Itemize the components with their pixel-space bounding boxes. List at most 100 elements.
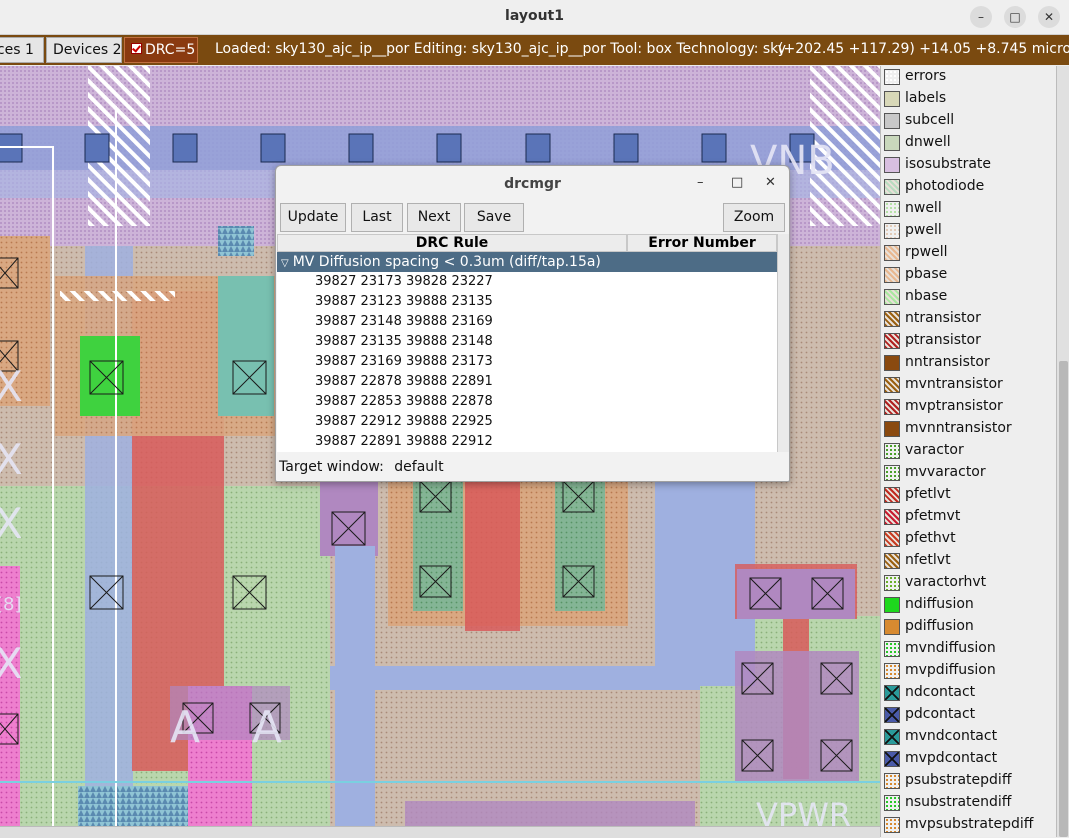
layer-item-nntransistor[interactable]: nntransistor	[881, 352, 1057, 374]
drcmgr-close-button[interactable]: ✕	[765, 175, 776, 190]
layer-item-mvptransistor[interactable]: mvptransistor	[881, 396, 1057, 418]
layer-item-nbase[interactable]: nbase	[881, 286, 1057, 308]
update-button[interactable]: Update	[280, 203, 346, 232]
layer-item-varactor[interactable]: varactor	[881, 440, 1057, 462]
error-row[interactable]: 39887 22853 39888 22878	[315, 394, 493, 409]
layer-item-pfethvt[interactable]: pfethvt	[881, 528, 1057, 550]
next-button[interactable]: Next	[407, 203, 461, 232]
layer-name: subcell	[905, 112, 955, 128]
last-button[interactable]: Last	[351, 203, 403, 232]
layer-name: errors	[905, 68, 947, 84]
layer-name: nwell	[905, 200, 942, 216]
horizontal-scrollbar[interactable]	[0, 826, 880, 838]
error-row[interactable]: 39887 22912 39888 22925	[315, 414, 493, 429]
subcell-swatch-icon	[884, 113, 900, 129]
devices-1-label: ices 1	[0, 42, 34, 58]
nfetlvt-swatch-icon	[884, 553, 900, 569]
layer-item-nfetlvt[interactable]: nfetlvt	[881, 550, 1057, 572]
error-row[interactable]: 39887 22891 39888 22912	[315, 434, 493, 449]
zoom-button[interactable]: Zoom	[723, 203, 785, 232]
layer-item-ptransistor[interactable]: ptransistor	[881, 330, 1057, 352]
target-window-label: Target window:	[279, 459, 384, 475]
mvpsubstratepdiff-swatch-icon	[884, 817, 900, 833]
target-window-value[interactable]: default	[394, 459, 443, 475]
save-button[interactable]: Save	[464, 203, 524, 232]
layer-item-mvpdiffusion[interactable]: mvpdiffusion	[881, 660, 1057, 682]
layer-item-mvpdcontact[interactable]: mvpdcontact	[881, 748, 1057, 770]
layer-name: ptransistor	[905, 332, 981, 348]
drc-tree[interactable]: DRC Rule Error Number ▽ MV Diffusion spac…	[277, 234, 777, 452]
devices-2-button[interactable]: Devices 2	[46, 37, 122, 63]
layer-item-pwell[interactable]: pwell	[881, 220, 1057, 242]
close-button[interactable]: ✕	[1038, 6, 1060, 28]
layer-item-subcell[interactable]: subcell	[881, 110, 1057, 132]
layer-item-rpwell[interactable]: rpwell	[881, 242, 1057, 264]
layer-item-ntransistor[interactable]: ntransistor	[881, 308, 1057, 330]
layer-item-errors[interactable]: errors	[881, 66, 1057, 88]
ndiffusion-swatch-icon	[884, 597, 900, 613]
label-vpwr: VPWR	[756, 796, 851, 826]
li-bottom	[405, 801, 695, 826]
layer-item-mvndiffusion[interactable]: mvndiffusion	[881, 638, 1057, 660]
pdcontact-swatch-icon	[884, 707, 900, 723]
layer-item-psubstratepdiff[interactable]: psubstratepdiff	[881, 770, 1057, 792]
layer-item-mvndcontact[interactable]: mvndcontact	[881, 726, 1057, 748]
label-x-3: X	[0, 499, 23, 548]
cell-boundary-2	[0, 146, 52, 148]
label-x-4: X	[0, 639, 23, 688]
layer-item-nwell[interactable]: nwell	[881, 198, 1057, 220]
drcmgr-minimize-button[interactable]: –	[697, 175, 704, 190]
error-row[interactable]: 39827 23173 39828 23227	[315, 274, 493, 289]
ndiff	[80, 336, 140, 416]
layer-item-mvpsubstratepdiff[interactable]: mvpsubstratepdiff	[881, 814, 1057, 836]
window-titlebar: layout1 – □ ✕	[0, 0, 1069, 35]
tree-scrollbar[interactable]	[777, 234, 789, 452]
mvnntransistor-swatch-icon	[884, 421, 900, 437]
error-row[interactable]: 39887 23148 39888 23169	[315, 314, 493, 329]
local-interconnect	[320, 476, 378, 556]
layer-item-dnwell[interactable]: dnwell	[881, 132, 1057, 154]
vertical-scrollbar[interactable]	[1056, 66, 1069, 837]
layer-item-photodiode[interactable]: photodiode	[881, 176, 1057, 198]
layer-list: errors labels subcell dnwell isosubstrate pho…	[881, 66, 1057, 836]
maximize-button[interactable]: □	[1004, 6, 1026, 28]
layer-item-pdcontact[interactable]: pdcontact	[881, 704, 1057, 726]
layer-item-pdiffusion[interactable]: pdiffusion	[881, 616, 1057, 638]
drc-rule-row[interactable]: ▽ MV Diffusion spacing < 0.3um (diff/tap.…	[277, 252, 777, 272]
error-row[interactable]: 39887 22878 39888 22891	[315, 374, 493, 389]
layer-item-isosubstrate[interactable]: isosubstrate	[881, 154, 1057, 176]
error-row[interactable]: 39887 23135 39888 23148	[315, 334, 493, 349]
layer-item-ndiffusion[interactable]: ndiffusion	[881, 594, 1057, 616]
drc-checkbox-icon[interactable]	[131, 43, 142, 54]
isosubstrate-swatch-icon	[884, 157, 900, 173]
drc-toggle[interactable]: DRC=5	[124, 37, 198, 63]
layer-name: pbase	[905, 266, 948, 282]
layer-item-pfetmvt[interactable]: pfetmvt	[881, 506, 1057, 528]
nwell-swatch-icon	[884, 201, 900, 217]
layer-item-pbase[interactable]: pbase	[881, 264, 1057, 286]
drcmgr-maximize-button[interactable]: □	[731, 175, 743, 190]
layer-name: psubstratepdiff	[905, 772, 1012, 788]
layer-item-labels[interactable]: labels	[881, 88, 1057, 110]
triangle-down-icon[interactable]: ▽	[281, 254, 289, 274]
minimize-button[interactable]: –	[970, 6, 992, 28]
column-drc-rule[interactable]: DRC Rule	[277, 234, 627, 252]
layer-item-mvntransistor[interactable]: mvntransistor	[881, 374, 1057, 396]
pfetlvt-swatch-icon	[884, 487, 900, 503]
error-row[interactable]: 39887 23123 39888 23135	[315, 294, 493, 309]
error-row[interactable]: 39887 23169 39888 23173	[315, 354, 493, 369]
layer-item-pfetlvt[interactable]: pfetlvt	[881, 484, 1057, 506]
layer-name: pfethvt	[905, 530, 956, 546]
scrollbar-thumb[interactable]	[1059, 361, 1068, 837]
column-error-number[interactable]: Error Number	[627, 234, 777, 252]
layer-item-nsubstratendiff[interactable]: nsubstratendiff	[881, 792, 1057, 814]
layer-item-ndcontact[interactable]: ndcontact	[881, 682, 1057, 704]
nntransistor-swatch-icon	[884, 355, 900, 371]
layer-item-mvvaractor[interactable]: mvvaractor	[881, 462, 1057, 484]
layer-item-mvnntransistor[interactable]: mvnntransistor	[881, 418, 1057, 440]
layer-item-varactorhvt[interactable]: varactorhvt	[881, 572, 1057, 594]
varactorhvt-swatch-icon	[884, 575, 900, 591]
drcmgr-dialog: drcmgr – □ ✕ Update Last Next Save Zoom …	[275, 165, 790, 482]
devices-1-button[interactable]: ices 1	[0, 37, 44, 63]
layer-name: rpwell	[905, 244, 948, 260]
